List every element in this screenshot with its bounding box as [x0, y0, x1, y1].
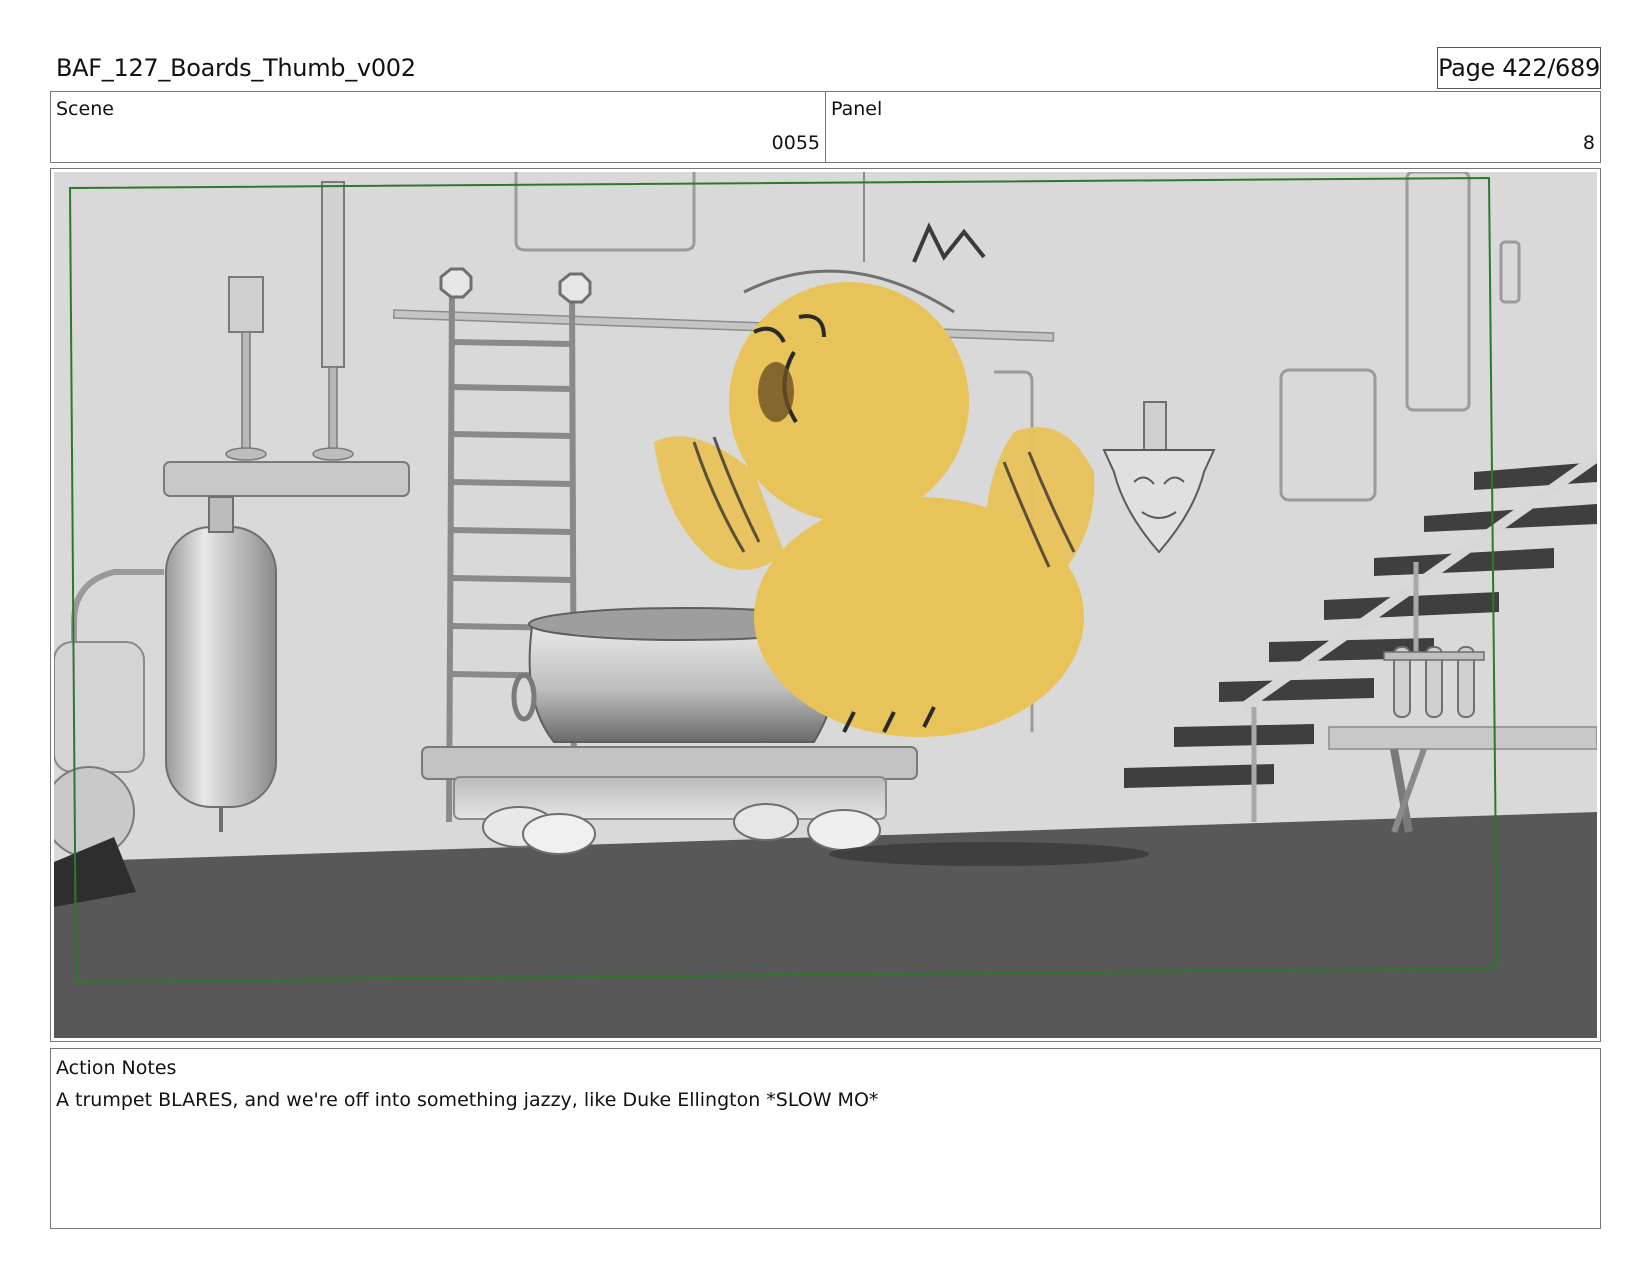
document-title: BAF_127_Boards_Thumb_v002: [56, 54, 416, 82]
page-number-badge: Page 422/689: [1437, 47, 1601, 89]
action-notes-label: Action Notes: [56, 1057, 177, 1079]
storyboard-frame-image: [54, 172, 1597, 1038]
bird-shadow: [829, 842, 1149, 866]
scene-label: Scene: [56, 98, 114, 120]
scene-cell: Scene 0055: [51, 92, 825, 162]
scene-value: 0055: [771, 132, 820, 154]
action-notes-text: A trumpet BLARES, and we're off into som…: [56, 1089, 879, 1111]
action-notes-box: Action Notes A trumpet BLARES, and we're…: [50, 1048, 1601, 1229]
panel-value: 8: [1582, 132, 1595, 154]
panel-cell: Panel 8: [825, 92, 1600, 162]
scene-panel-info-row: Scene 0055 Panel 8: [50, 91, 1601, 163]
panel-label: Panel: [831, 98, 883, 120]
